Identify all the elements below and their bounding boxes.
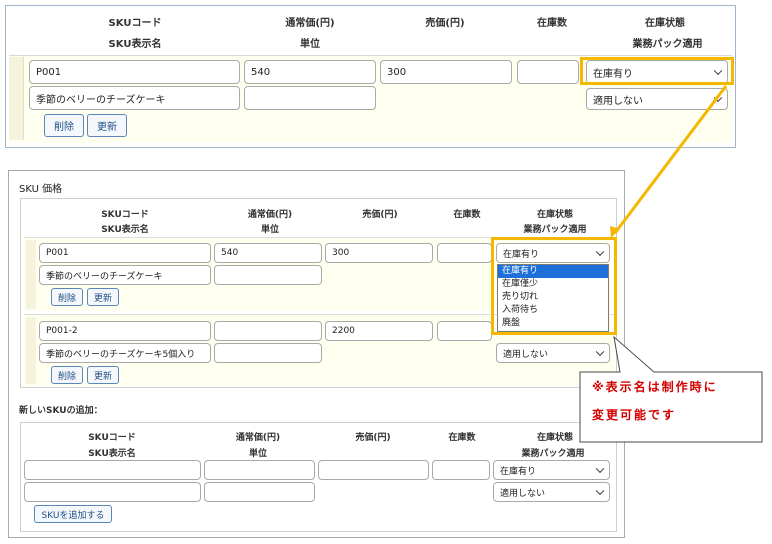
header-sale-price: 売価(円): [362, 210, 398, 220]
add-sku-button[interactable]: SKUを追加する: [34, 505, 112, 523]
header-unit: 単位: [260, 225, 279, 235]
top-row-handle[interactable]: [9, 57, 24, 140]
header-sku-name: SKU表示名: [101, 225, 149, 235]
header-stock-qty: 在庫数: [448, 433, 476, 443]
header-regular-price: 通常価(円): [285, 18, 335, 29]
delete-button[interactable]: 削除: [51, 366, 83, 384]
update-button[interactable]: 更新: [87, 288, 119, 306]
header-sale-price: 売価(円): [425, 18, 465, 29]
new-sku-label: 新しいSKUの追加：: [19, 406, 103, 416]
new-regular-price-input[interactable]: [204, 460, 315, 480]
callout-text-line-2: 変更可能です: [592, 408, 677, 422]
stock-qty-input[interactable]: [437, 321, 492, 341]
chevron-down-icon: [595, 464, 605, 474]
row-handle[interactable]: [26, 240, 36, 309]
new-sku-name-input[interactable]: [24, 482, 201, 502]
callout-text-line-1: ※表示名は制作時に: [592, 380, 718, 394]
highlight-box-dropdown: [491, 237, 617, 335]
delete-button[interactable]: 削除: [51, 288, 83, 306]
chevron-down-icon: [713, 93, 723, 103]
header-sku-name: SKU表示名: [88, 449, 136, 459]
update-button[interactable]: 更新: [87, 114, 127, 137]
sku-code-input[interactable]: P001-2: [39, 321, 211, 341]
sku-code-input[interactable]: P001: [39, 243, 211, 263]
new-sku-code-input[interactable]: [24, 460, 201, 480]
highlight-box-top: [580, 57, 734, 85]
header-stock-qty: 在庫数: [537, 18, 567, 29]
business-pack-value: 適用しない: [593, 95, 643, 107]
header-sku-name: SKU表示名: [108, 39, 162, 50]
stock-qty-input[interactable]: [437, 243, 492, 263]
new-business-pack-select[interactable]: 適用しない: [493, 482, 610, 502]
panel-title: SKU 価格: [19, 184, 63, 195]
header-stock-status: 在庫状態: [536, 210, 573, 220]
regular-price-input[interactable]: 540: [214, 243, 322, 263]
header-regular-price: 通常価(円): [247, 210, 293, 220]
new-unit-input[interactable]: [204, 482, 315, 502]
header-unit: 単位: [300, 39, 320, 50]
header-sale-price: 売価(円): [355, 433, 391, 443]
update-button[interactable]: 更新: [87, 366, 119, 384]
header-sku-code: SKUコード: [88, 433, 136, 443]
business-pack-value: 適用しない: [500, 488, 546, 499]
regular-price-input[interactable]: 540: [244, 60, 376, 84]
business-pack-select[interactable]: 適用しない: [586, 88, 728, 110]
header-sku-code: SKUコード: [101, 210, 149, 220]
sku-name-input[interactable]: 季節のベリーのチーズケーキ: [29, 86, 240, 110]
unit-input[interactable]: [244, 86, 376, 110]
row-handle[interactable]: [26, 317, 36, 384]
unit-input[interactable]: [214, 343, 322, 363]
sale-price-input[interactable]: 300: [380, 60, 512, 84]
business-pack-value: 適用しない: [503, 349, 549, 360]
header-sku-code: SKUコード: [108, 18, 162, 29]
sale-price-input[interactable]: 300: [325, 243, 433, 263]
stock-status-value: 在庫有り: [500, 466, 537, 477]
delete-button[interactable]: 削除: [44, 114, 84, 137]
header-unit: 単位: [248, 449, 267, 459]
sku-name-input[interactable]: 季節のベリーのチーズケーキ5個入り: [39, 343, 211, 363]
new-stock-status-select[interactable]: 在庫有り: [493, 460, 610, 480]
new-stock-qty-input[interactable]: [432, 460, 490, 480]
sku-code-input[interactable]: P001: [29, 60, 240, 84]
chevron-down-icon: [595, 486, 605, 496]
stock-qty-input[interactable]: [517, 60, 579, 84]
header-business-pack: 業務パック適用: [632, 39, 703, 50]
unit-input[interactable]: [214, 265, 322, 285]
regular-price-input[interactable]: [214, 321, 322, 341]
new-sale-price-input[interactable]: [318, 460, 429, 480]
sale-price-input[interactable]: 2200: [325, 321, 433, 341]
header-stock-qty: 在庫数: [453, 210, 481, 220]
header-regular-price: 通常価(円): [235, 433, 281, 443]
header-stock-status: 在庫状態: [645, 18, 685, 29]
sku-name-input[interactable]: 季節のベリーのチーズケーキ: [39, 265, 211, 285]
header-business-pack: 業務パック適用: [523, 225, 587, 235]
